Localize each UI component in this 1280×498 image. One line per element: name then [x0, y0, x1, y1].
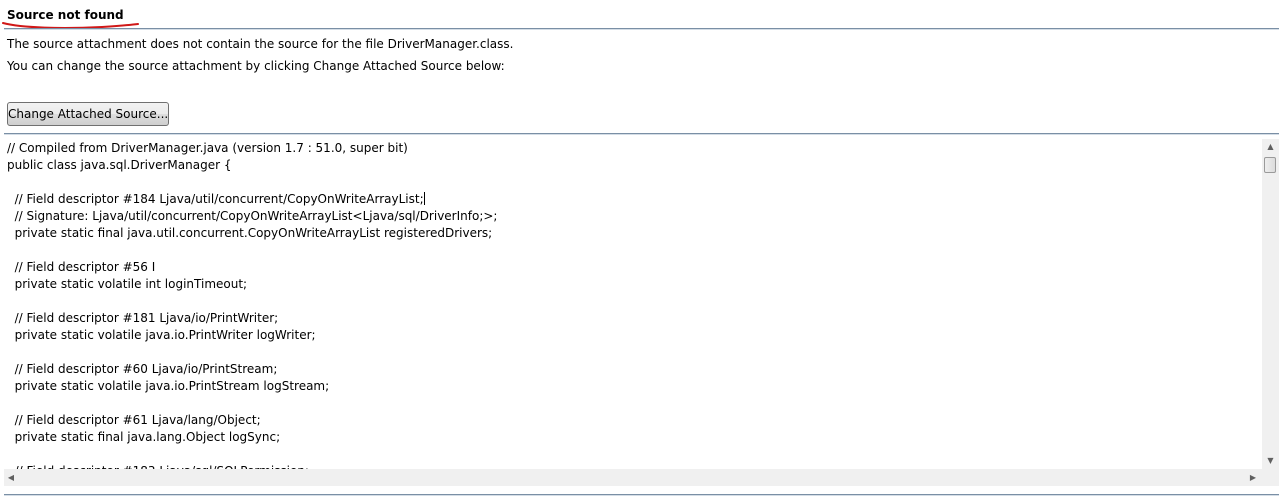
code-line: private static volatile java.io.PrintStr… — [7, 378, 497, 395]
code-line: public class java.sql.DriverManager { — [7, 157, 497, 174]
code-line: // Field descriptor #56 I — [7, 259, 497, 276]
code-lines: // Compiled from DriverManager.java (ver… — [7, 140, 497, 469]
scroll-right-arrow-icon[interactable]: ▶ — [1248, 473, 1258, 483]
code-line-text: // Compiled from DriverManager.java (ver… — [7, 141, 408, 155]
code-line: private static volatile int loginTimeout… — [7, 276, 497, 293]
code-line: private static final java.util.concurren… — [7, 225, 497, 242]
code-line-text: private static volatile java.io.PrintStr… — [7, 379, 330, 393]
code-line-text: // Field descriptor #56 I — [7, 260, 156, 274]
header-separator — [4, 28, 1279, 29]
change-attached-source-button[interactable]: Change Attached Source... — [7, 102, 169, 126]
bytecode-text-area[interactable]: // Compiled from DriverManager.java (ver… — [4, 139, 1262, 469]
horizontal-scrollbar[interactable]: ◀ ▶ — [4, 469, 1262, 486]
code-line-text: // Field descriptor #61 Ljava/lang/Objec… — [7, 413, 261, 427]
scroll-left-arrow-icon[interactable]: ◀ — [6, 473, 16, 483]
code-line-text: // Field descriptor #181 Ljava/io/PrintW… — [7, 311, 279, 325]
vertical-scrollbar[interactable]: ▲ ▼ — [1262, 139, 1279, 469]
message-line-1: The source attachment does not contain t… — [7, 37, 514, 51]
scroll-up-arrow-icon[interactable]: ▲ — [1262, 142, 1279, 152]
code-line-text: // Field descriptor #60 Ljava/io/PrintSt… — [7, 362, 278, 376]
change-attached-source-label: Change Attached Source... — [8, 107, 169, 121]
code-line-text: private static final java.util.concurren… — [7, 226, 493, 240]
code-line-text: private static final java.lang.Object lo… — [7, 430, 281, 444]
code-line: // Field descriptor #181 Ljava/io/PrintW… — [7, 310, 497, 327]
code-line: // Field descriptor #61 Ljava/lang/Objec… — [7, 412, 497, 429]
footer-separator — [4, 494, 1279, 495]
button-separator — [4, 133, 1279, 134]
code-line-text: // Field descriptor #184 Ljava/util/conc… — [7, 192, 424, 206]
code-line-text: private static volatile java.io.PrintWri… — [7, 328, 316, 342]
code-line: // Field descriptor #184 Ljava/util/conc… — [7, 191, 497, 208]
code-line: // Compiled from DriverManager.java (ver… — [7, 140, 497, 157]
message-line-2: You can change the source attachment by … — [7, 59, 505, 73]
code-line-text: public class java.sql.DriverManager { — [7, 158, 232, 172]
source-not-found-editor: Source not found The source attachment d… — [0, 0, 1280, 498]
code-line-text: private static volatile int loginTimeout… — [7, 277, 248, 291]
code-line-text: // Signature: Ljava/util/concurrent/Copy… — [7, 209, 498, 223]
scroll-down-arrow-icon[interactable]: ▼ — [1262, 456, 1279, 466]
code-line: // Field descriptor #60 Ljava/io/PrintSt… — [7, 361, 497, 378]
scrollbar-corner — [1262, 469, 1279, 486]
code-line: private static final java.lang.Object lo… — [7, 429, 497, 446]
text-caret — [423, 192, 425, 205]
code-line: private static volatile java.io.PrintWri… — [7, 327, 497, 344]
vertical-scroll-thumb[interactable] — [1264, 157, 1276, 173]
code-line: // Signature: Ljava/util/concurrent/Copy… — [7, 208, 498, 225]
